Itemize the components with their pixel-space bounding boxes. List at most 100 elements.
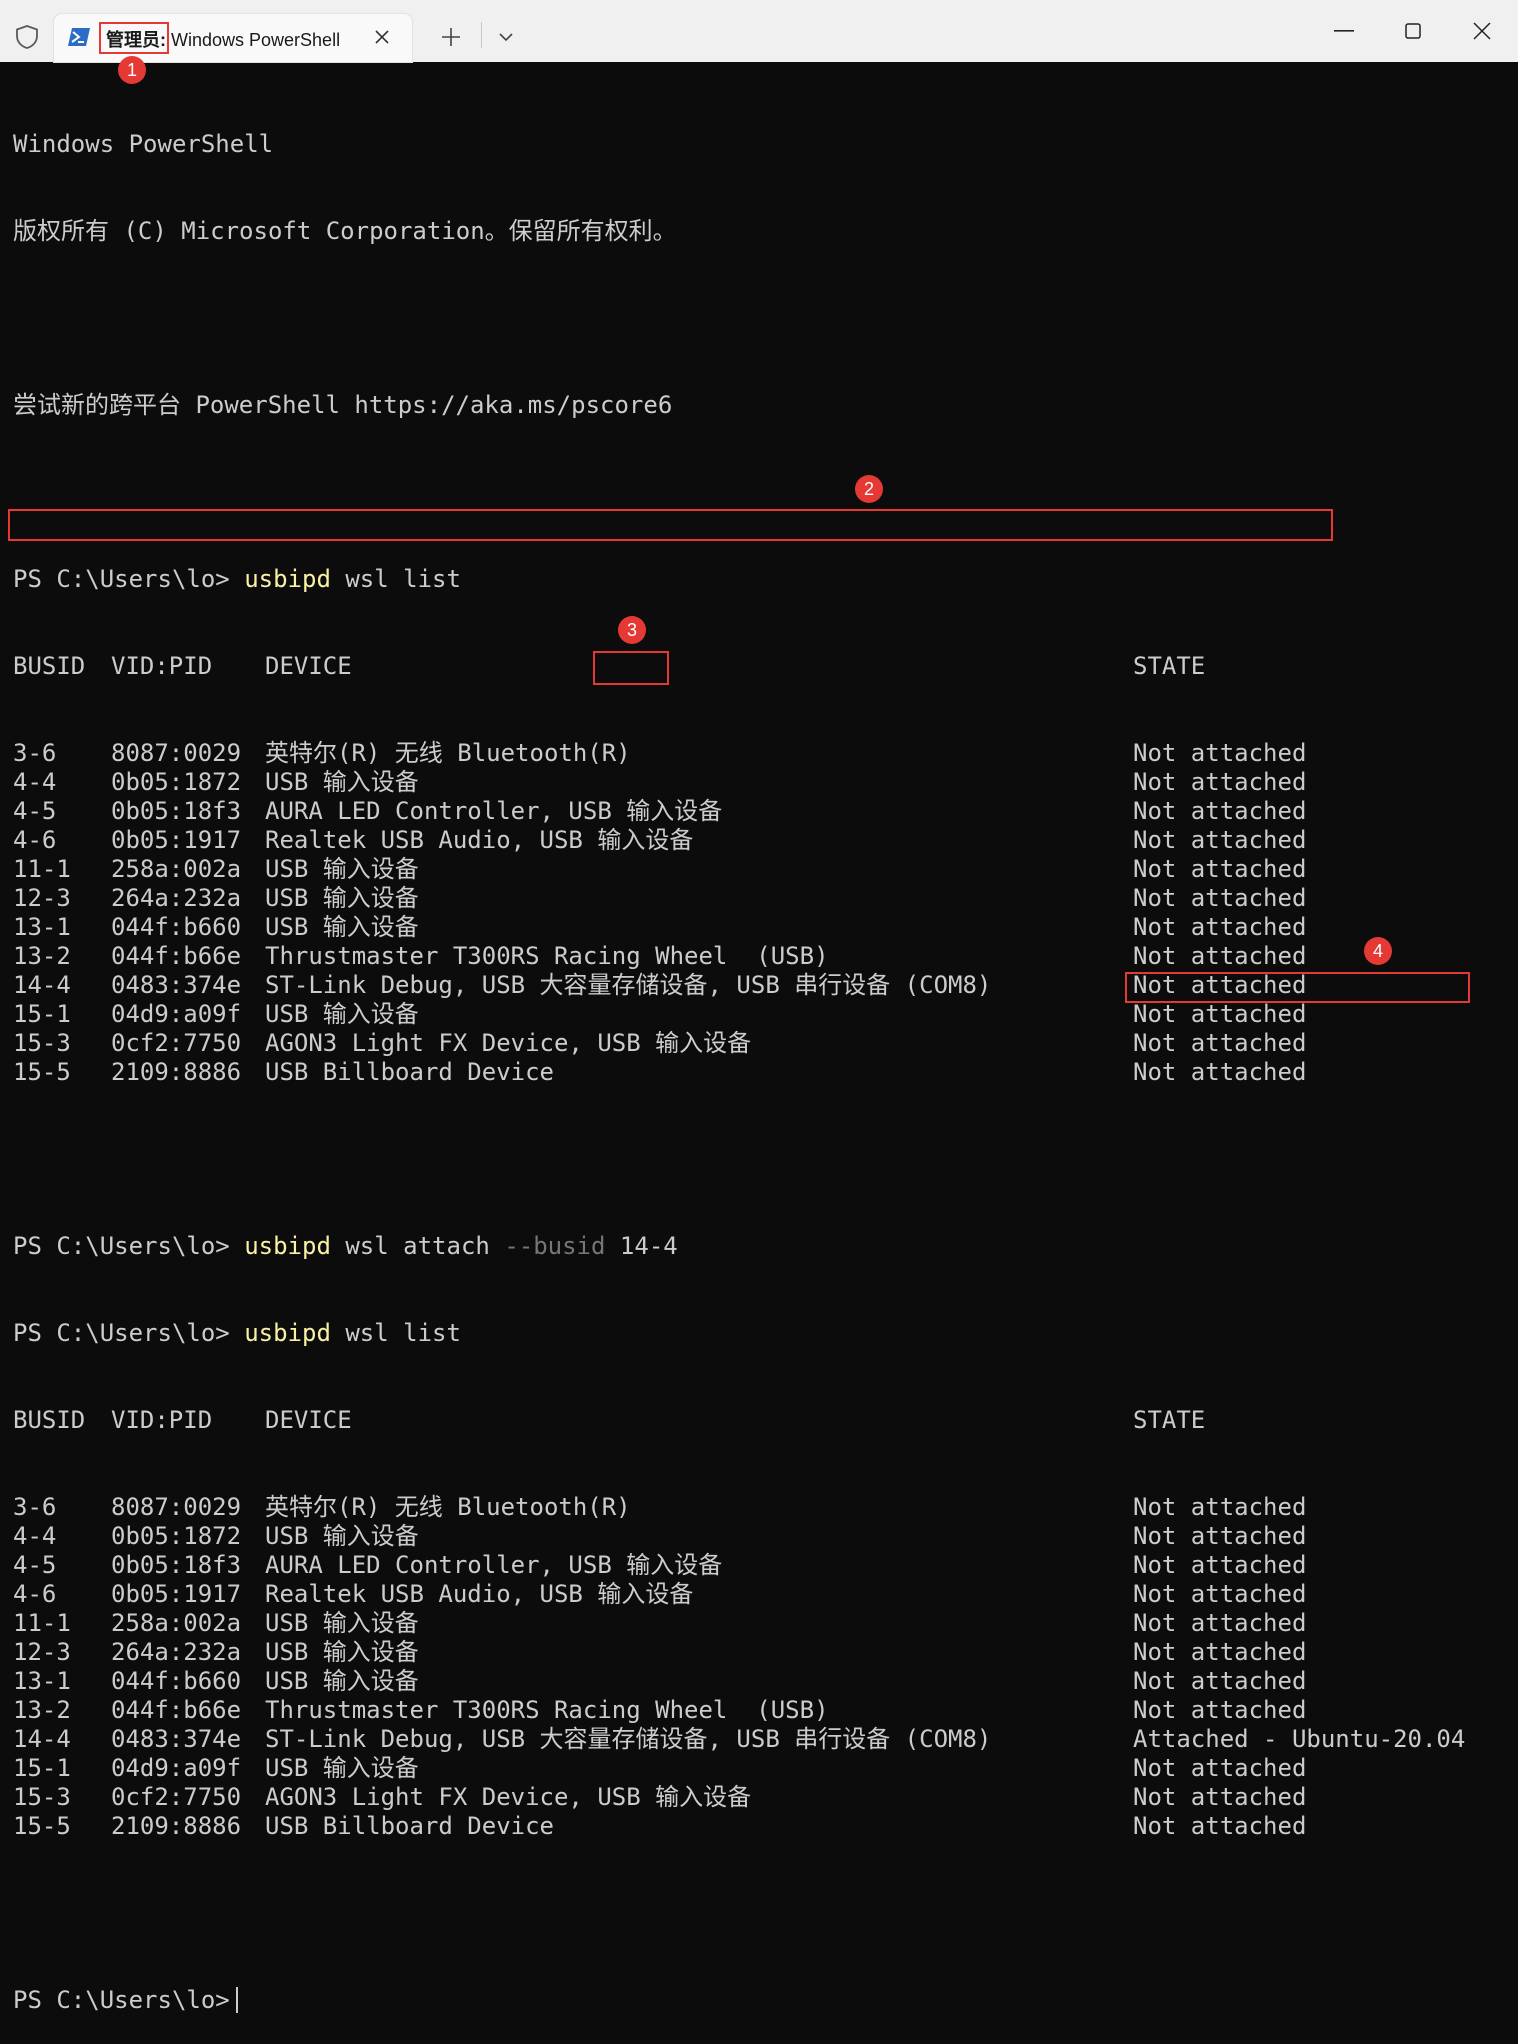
cell-vidpid: 0b05:1872 [111, 1522, 242, 1550]
cell-vidpid: 04d9:a09f [111, 1000, 242, 1028]
command-name: usbipd [244, 1319, 331, 1347]
table-row: 15-3 0cf2:7750 AGON3 Light FX Device, USB … [13, 1783, 1465, 1812]
window-close-icon[interactable] [1473, 22, 1491, 40]
annotation-badge: 3 [618, 616, 646, 644]
shield-icon[interactable] [14, 24, 40, 50]
cell-device: USB 输入设备 [265, 768, 419, 796]
cell-state: Not attached [1133, 913, 1307, 941]
header-vidpid: VID:PID [111, 1406, 213, 1434]
header-state: STATE [1133, 652, 1206, 680]
cell-state: Not attached [1133, 826, 1307, 854]
prompt: PS C:\Users\lo> [13, 1986, 230, 2014]
table-row: 4-6 0b05:1917 Realtek USB Audio, USB 输入设备 N… [13, 826, 1465, 855]
title-bar: 管理员: Windows PowerShell [0, 0, 1518, 62]
cell-state: Not attached [1133, 768, 1307, 796]
header-busid: BUSID [13, 1406, 86, 1434]
cell-state: Not attached [1133, 1522, 1307, 1550]
cell-state: Not attached [1133, 1000, 1307, 1028]
header-busid: BUSID [13, 652, 86, 680]
cell-device: USB 输入设备 [265, 1638, 419, 1666]
cell-vidpid: 2109:8886 [111, 1812, 242, 1840]
header-device: DEVICE [265, 652, 352, 680]
cell-state: Not attached [1133, 1754, 1307, 1782]
table-row: 12-3 264a:232a USB 输入设备 Not attached [13, 884, 1465, 913]
command-args: wsl attach [345, 1232, 490, 1260]
cell-device: ST-Link Debug, USB 大容量存储设备, USB 串行设备 (CO… [265, 971, 992, 999]
highlight-box-row-14-4 [8, 509, 1333, 541]
table-row: 4-5 0b05:18f3 AURA LED Controller, USB 输入设… [13, 797, 1465, 826]
cell-device: Realtek USB Audio, USB 输入设备 [265, 1580, 694, 1608]
command-flag: --busid [504, 1232, 606, 1260]
cell-state: Attached - Ubuntu-20.04 [1133, 1725, 1466, 1753]
table-row: 4-4 0b05:1872 USB 输入设备 Not attached [13, 1522, 1465, 1551]
cell-busid: 15-3 [13, 1029, 71, 1057]
cell-vidpid: 0b05:1917 [111, 826, 242, 854]
table-row: 11-1 258a:002a USB 输入设备 Not attached [13, 855, 1465, 884]
table-row: 13-2 044f:b66e Thrustmaster T300RS Racing … [13, 1696, 1465, 1725]
cell-busid: 13-1 [13, 1667, 71, 1695]
close-icon[interactable] [372, 27, 392, 47]
cell-vidpid: 0b05:1872 [111, 768, 242, 796]
table-row: 3-6 8087:0029 英特尔(R) 无线 Bluetooth(R) Not at… [13, 1493, 1465, 1522]
annotation-badge: 1 [118, 56, 146, 84]
maximize-icon[interactable] [1405, 23, 1421, 39]
plus-icon[interactable] [440, 26, 462, 48]
cell-busid: 4-6 [13, 826, 57, 854]
highlight-box-admin [99, 22, 169, 54]
command-args: wsl list [345, 1319, 461, 1347]
cell-state: Not attached [1133, 1029, 1307, 1057]
cell-busid: 3-6 [13, 739, 57, 767]
cell-state: Not attached [1133, 1493, 1307, 1521]
cell-busid: 13-2 [13, 1696, 71, 1724]
banner-line: 尝试新的跨平台 PowerShell https://aka.ms/pscore… [13, 391, 673, 419]
cell-busid: 14-4 [13, 971, 71, 999]
cell-device: ST-Link Debug, USB 大容量存储设备, USB 串行设备 (CO… [265, 1725, 992, 1753]
cell-state: Not attached [1133, 739, 1307, 767]
table-row: 15-1 04d9:a09f USB 输入设备 Not attached [13, 1754, 1465, 1783]
cell-busid: 12-3 [13, 1638, 71, 1666]
cell-vidpid: 04d9:a09f [111, 1754, 242, 1782]
cell-device: AURA LED Controller, USB 输入设备 [265, 797, 723, 825]
cell-busid: 4-4 [13, 1522, 57, 1550]
cell-device: 英特尔(R) 无线 Bluetooth(R) [265, 1493, 631, 1521]
table-header: BUSID VID:PID DEVICE STATE [13, 652, 1465, 681]
scrollbar[interactable] [1506, 62, 1518, 1160]
minimize-icon[interactable] [1334, 30, 1354, 32]
cell-vidpid: 0483:374e [111, 1725, 242, 1753]
cell-vidpid: 8087:0029 [111, 1493, 242, 1521]
cell-vidpid: 044f:b66e [111, 1696, 242, 1724]
cell-vidpid: 0b05:18f3 [111, 1551, 242, 1579]
cell-state: Not attached [1133, 855, 1307, 883]
table-row: 11-1 258a:002a USB 输入设备 Not attached [13, 1609, 1465, 1638]
table-row: 15-5 2109:8886 USB Billboard Device Not att… [13, 1812, 1465, 1841]
powershell-icon [68, 28, 90, 46]
cell-vidpid: 0483:374e [111, 971, 242, 999]
header-vidpid: VID:PID [111, 652, 213, 680]
highlight-box-attached-state [1125, 972, 1470, 1003]
cell-device: Thrustmaster T300RS Racing Wheel (USB) [265, 942, 829, 970]
cell-state: Not attached [1133, 797, 1307, 825]
cell-vidpid: 044f:b66e [111, 942, 242, 970]
cell-device: USB 输入设备 [265, 1522, 419, 1550]
cell-busid: 15-1 [13, 1754, 71, 1782]
header-device: DEVICE [265, 1406, 352, 1434]
table-row: 4-4 0b05:1872 USB 输入设备 Not attached [13, 768, 1465, 797]
highlight-box-busid-value [593, 651, 669, 685]
cell-busid: 13-1 [13, 913, 71, 941]
tab-divider [481, 22, 482, 48]
cell-vidpid: 264a:232a [111, 884, 242, 912]
cell-device: USB 输入设备 [265, 855, 419, 883]
cell-state: Not attached [1133, 1667, 1307, 1695]
chevron-down-icon[interactable] [498, 32, 514, 42]
cell-busid: 4-4 [13, 768, 57, 796]
cell-vidpid: 264a:232a [111, 1638, 242, 1666]
table-row: 15-1 04d9:a09f USB 输入设备 Not attached [13, 1000, 1465, 1029]
terminal-output[interactable]: Windows PowerShell 版权所有 (C) Microsoft Co… [13, 72, 1465, 2044]
command-line: PS C:\Users\lo> usbipd wsl list [13, 1319, 1465, 1348]
tab-title-text: Windows PowerShell [166, 30, 341, 50]
cell-device: USB 输入设备 [265, 1754, 419, 1782]
command-line: PS C:\Users\lo> usbipd wsl list [13, 565, 1465, 594]
cell-busid: 15-5 [13, 1812, 71, 1840]
cell-device: AGON3 Light FX Device, USB 输入设备 [265, 1029, 752, 1057]
